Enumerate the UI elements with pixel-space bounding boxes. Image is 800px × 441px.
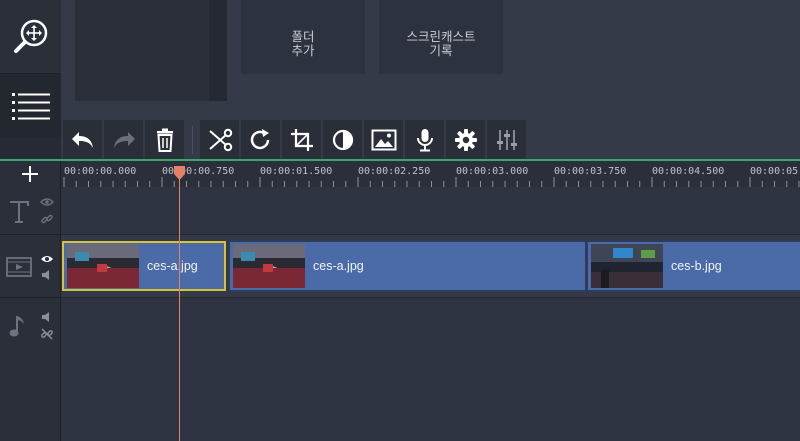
video-track[interactable]: ces-a.jpg ces-a.jpg ces-b.jpg <box>61 235 800 298</box>
timeline-clip[interactable]: ces-b.jpg <box>587 241 800 291</box>
video-track-icon <box>6 257 32 277</box>
clip-thumbnail <box>67 244 139 288</box>
list-icon <box>11 93 50 120</box>
settings-button[interactable] <box>446 120 485 159</box>
equalizer-button[interactable] <box>487 120 526 159</box>
edit-toolbar <box>61 118 800 159</box>
ruler-tick-label: 00:00:04.500 <box>652 166 725 177</box>
undo-button[interactable] <box>63 120 102 159</box>
left-toolbar <box>0 0 61 160</box>
audio-track-header <box>0 298 61 441</box>
eye-icon[interactable] <box>40 254 54 264</box>
color-adjust-icon <box>332 129 353 150</box>
delete-icon <box>156 128 173 152</box>
plus-icon <box>22 166 38 182</box>
record-screencast-button[interactable]: 스크린캐스트 기록 <box>379 0 503 74</box>
link-icon[interactable] <box>41 213 53 225</box>
microphone-icon <box>416 128 433 151</box>
playhead-handle[interactable] <box>174 166 185 180</box>
crop-icon <box>290 128 313 151</box>
record-audio-button[interactable] <box>405 120 444 159</box>
color-adjust-button[interactable] <box>323 120 362 159</box>
rotate-icon <box>250 128 269 149</box>
ruler-tick-label: 00:00:01.500 <box>260 166 333 177</box>
video-track-header <box>0 235 61 298</box>
redo-button[interactable] <box>104 120 143 159</box>
ruler-tick-label: 00:00:05 <box>750 166 799 177</box>
settings-icon <box>454 128 477 151</box>
ruler-tick-label: 00:00:00.000 <box>64 166 137 177</box>
undo-icon <box>71 131 93 148</box>
add-folder-button[interactable]: 폴더 추가 <box>241 0 365 74</box>
zoom-move-icon <box>13 19 47 53</box>
crop-button[interactable] <box>282 120 321 159</box>
speaker-icon[interactable] <box>41 269 53 281</box>
clip-name: ces-b.jpg <box>671 259 722 273</box>
cut-button[interactable] <box>200 120 239 159</box>
ruler-tick-label: 00:00:00.750 <box>162 166 235 177</box>
clip-thumbnail <box>591 244 663 288</box>
unlink-icon[interactable] <box>41 328 53 340</box>
toolbar-separator <box>192 126 193 154</box>
clip-name: ces-a.jpg <box>147 259 198 273</box>
text-track[interactable] <box>61 187 800 235</box>
timeline-clip[interactable]: ces-a.jpg <box>229 241 586 291</box>
playhead-line <box>179 174 180 441</box>
clip-name: ces-a.jpg <box>313 259 364 273</box>
text-track-icon <box>10 201 29 223</box>
eye-icon[interactable] <box>40 197 54 207</box>
image-icon <box>371 129 396 150</box>
zoom-move-button[interactable] <box>0 0 61 74</box>
equalizer-icon <box>496 129 517 150</box>
timeline-clip[interactable]: ces-a.jpg <box>62 241 226 291</box>
image-button[interactable] <box>364 120 403 159</box>
music-note-icon <box>9 316 24 337</box>
record-screencast-label: 스크린캐스트 기록 <box>406 30 476 58</box>
delete-button[interactable] <box>145 120 184 159</box>
text-track-header <box>0 187 61 235</box>
redo-icon <box>113 131 135 148</box>
add-track-button[interactable] <box>0 161 61 187</box>
clip-thumbnail <box>233 244 305 288</box>
audio-track[interactable] <box>61 298 800 441</box>
ruler-tick-label: 00:00:02.250 <box>358 166 431 177</box>
ruler-tick-label: 00:00:03.750 <box>554 166 627 177</box>
list-view-button[interactable] <box>0 75 61 137</box>
timeline-ruler[interactable]: 00:00:00.000 00:00:00.750 00:00:01.500 0… <box>61 161 800 187</box>
add-folder-label: 폴더 추가 <box>291 30 315 58</box>
cut-icon <box>208 128 232 151</box>
media-preview-panel <box>75 0 227 101</box>
speaker-icon[interactable] <box>41 311 53 323</box>
rotate-button[interactable] <box>241 120 280 159</box>
ruler-tick-label: 00:00:03.000 <box>456 166 529 177</box>
